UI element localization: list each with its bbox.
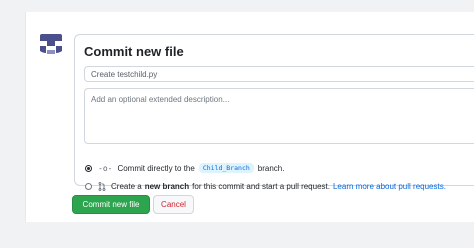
commit-new-file-button[interactable]: Commit new file xyxy=(72,195,150,214)
option-commit-directly[interactable]: -o- Commit directly to the Child_Branch … xyxy=(85,163,284,173)
option-new-branch-bold: new branch xyxy=(144,182,190,191)
avatar xyxy=(38,32,64,58)
radio-commit-directly[interactable] xyxy=(85,164,92,172)
git-pull-request-icon xyxy=(98,182,106,191)
form-title: Commit new file xyxy=(84,44,184,59)
git-commit-icon: -o- xyxy=(98,163,113,173)
radio-new-branch[interactable] xyxy=(85,183,92,190)
option-new-branch[interactable]: Create a new branch for this commit and … xyxy=(85,182,446,191)
extended-description-textarea[interactable] xyxy=(84,88,474,144)
commit-summary-input[interactable] xyxy=(84,66,474,82)
branch-name: Child_Branch xyxy=(198,163,254,173)
option-new-branch-prefix: Create a xyxy=(111,182,142,191)
option-direct-prefix: Commit directly to the xyxy=(117,163,195,173)
commit-form: Commit new file -o- Commit directly to t… xyxy=(74,34,474,191)
option-direct-suffix: branch. xyxy=(257,163,285,173)
commit-page: Commit new file -o- Commit directly to t… xyxy=(25,12,474,222)
option-new-branch-middle: for this commit and start a pull request… xyxy=(192,182,330,191)
learn-more-link[interactable]: Learn more about pull requests. xyxy=(333,182,446,191)
cancel-button[interactable]: Cancel xyxy=(153,195,194,214)
